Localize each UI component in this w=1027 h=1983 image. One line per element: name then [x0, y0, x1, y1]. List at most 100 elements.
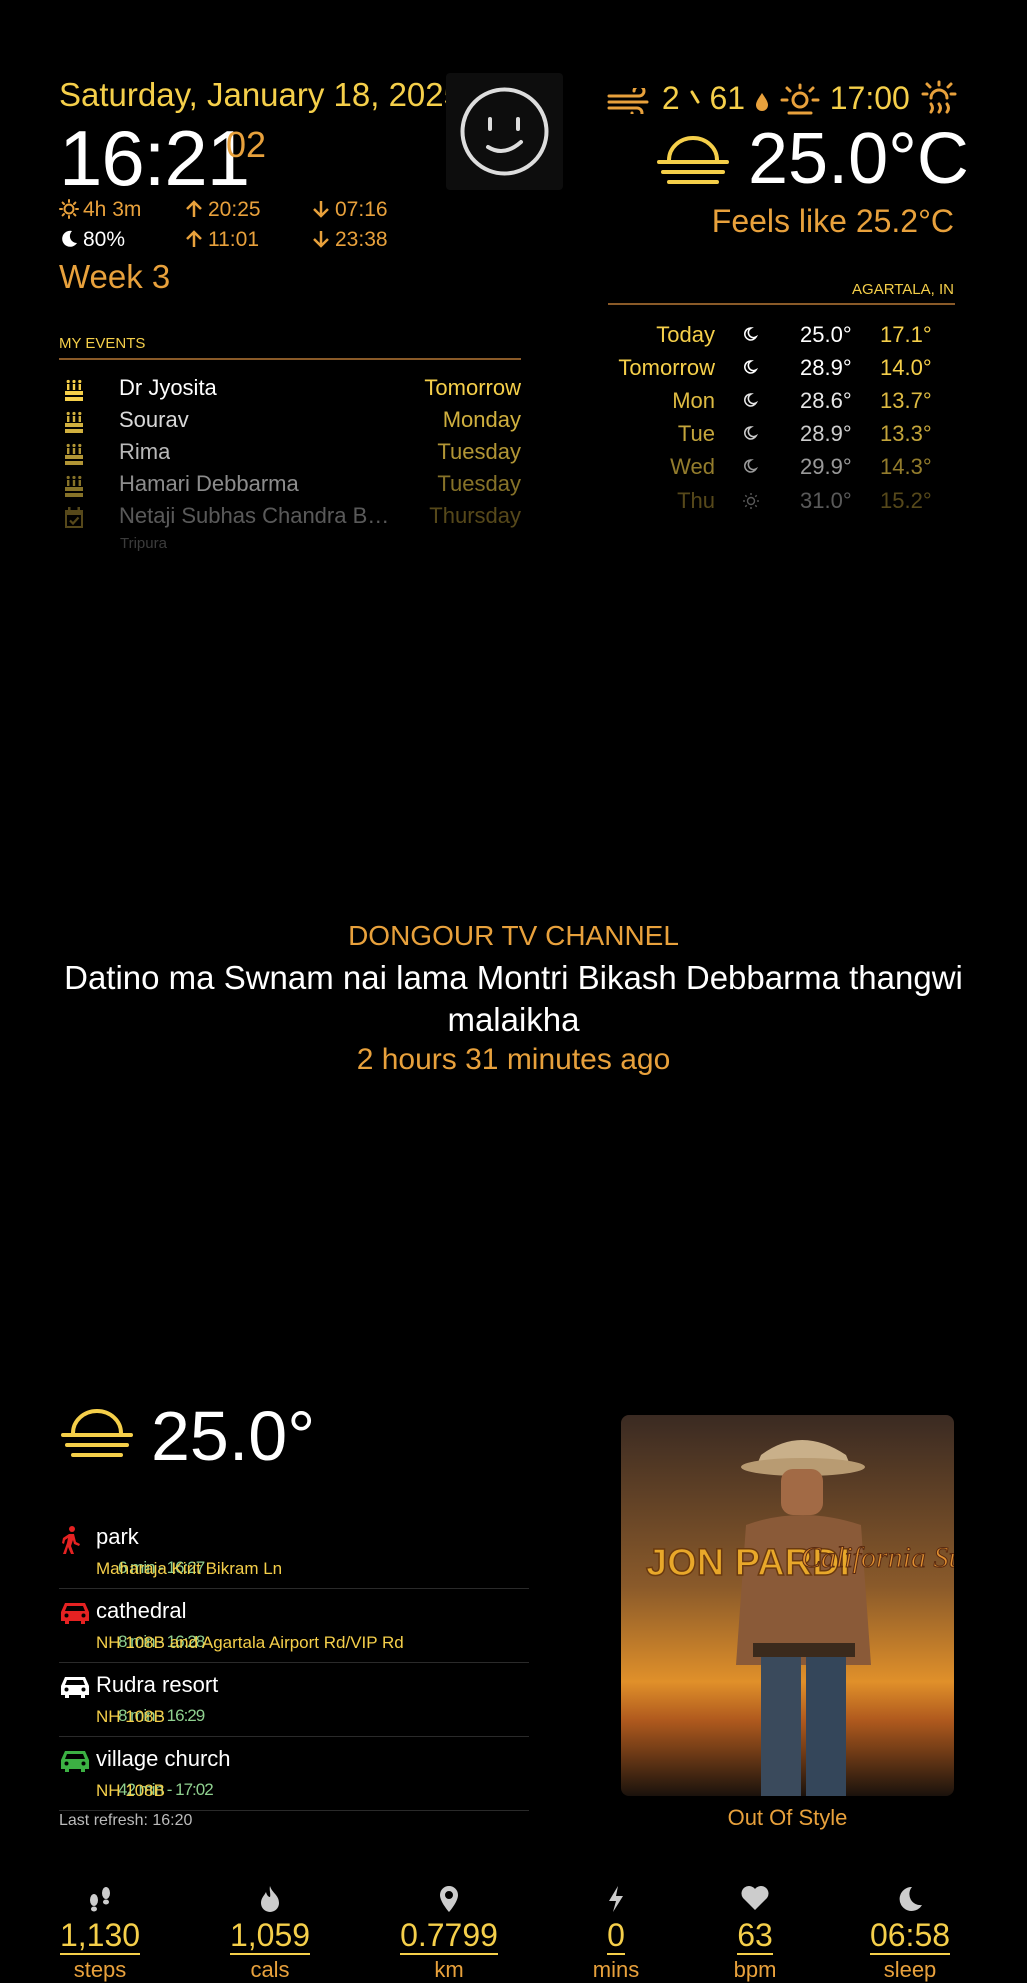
fitness-stat-mins: 0 mins	[556, 1885, 676, 1983]
events-title: MY EVENTS	[59, 335, 146, 352]
transit-row[interactable]: village church 42 min - 17:02 NH 108B	[59, 1737, 529, 1811]
forecast-max: 31.0°	[800, 488, 852, 513]
moon-info-row: 80%	[59, 228, 125, 252]
moon-icon	[742, 359, 758, 375]
fog-icon	[59, 1405, 135, 1465]
moon-icon	[59, 228, 83, 252]
fitness-value: 0	[607, 1917, 625, 1955]
forecast-max: 28.6°	[800, 388, 852, 413]
fitness-stat-sleep: 06:58 sleep	[850, 1885, 970, 1983]
event-when: Tuesday	[437, 439, 521, 464]
sun-info-row: 4h 3m	[59, 198, 141, 222]
footprints-icon	[40, 1885, 160, 1915]
transit-row[interactable]: park 6 min - 16:27 Maharaja Kirit Bikram…	[59, 1515, 529, 1589]
moonset: 23:38	[311, 228, 388, 252]
transit-row[interactable]: Rudra resort 8 min - 16:29 NH 108B	[59, 1663, 529, 1737]
event-when: Tomorrow	[424, 375, 521, 400]
song-title: Out Of Style	[727, 1805, 848, 1830]
car-icon	[59, 1599, 91, 1625]
event-item[interactable]: Dr Jyosita Tomorrow	[59, 373, 521, 405]
event-item[interactable]: Rima Tuesday	[59, 437, 521, 469]
humidity: 61	[709, 80, 746, 117]
forecast-max: 29.9°	[800, 454, 852, 479]
fitness-label: km	[434, 1957, 464, 1982]
fitness-stat-cals: 1,059 cals	[210, 1885, 330, 1983]
fitness-value: 0.7799	[400, 1917, 498, 1955]
album-cover[interactable]: JON PARDI California Sunrise	[621, 1415, 954, 1796]
wind-direction-icon	[689, 80, 701, 117]
event-when: Thursday	[429, 503, 521, 528]
transit-street: NH 108B	[96, 1781, 165, 1800]
forecast-row: Wed 29.9° 14.3°	[608, 450, 955, 483]
event-item[interactable]: Hamari Debbarma Tuesday	[59, 469, 521, 501]
event-name: Hamari Debbarma	[119, 471, 299, 496]
forecast-row: Mon 28.6° 13.7°	[608, 384, 955, 417]
forecast-day: Tue	[677, 421, 715, 446]
event-item[interactable]: Netaji Subhas Chandra Bos… Thursday Trip…	[59, 501, 521, 553]
week-number: Week 3	[59, 258, 171, 295]
fitness-stat-steps: 1,130 steps	[40, 1885, 160, 1983]
sun-event-time: 17:00	[829, 80, 910, 117]
arrow-down-icon	[311, 228, 335, 252]
sunset: 07:16	[311, 198, 388, 222]
event-name: Netaji Subhas Chandra Bos…	[119, 503, 399, 528]
event-location: Tripura	[120, 535, 167, 552]
car-icon	[59, 1673, 91, 1699]
event-name: Sourav	[119, 407, 189, 432]
face-avatar-icon	[446, 73, 563, 190]
event-name: Rima	[119, 439, 171, 464]
fitness-value: 63	[737, 1917, 773, 1955]
feels-like: Feels like 25.2°C	[711, 203, 954, 239]
weather-location: AGARTALA, IN	[852, 281, 954, 298]
forecast-day: Wed	[670, 454, 715, 479]
transit-row[interactable]: cathedral 8 min - 16:28 NH 108B and Agar…	[59, 1589, 529, 1663]
walking-icon	[59, 1525, 83, 1555]
location-pin-icon	[389, 1885, 509, 1915]
transit-street: NH 108B	[96, 1707, 165, 1726]
car-icon	[59, 1747, 91, 1773]
fitness-value: 1,059	[229, 1917, 311, 1955]
moonrise-time: 11:01	[208, 228, 259, 251]
forecast-divider	[608, 303, 955, 305]
forecast-day: Thu	[677, 488, 715, 513]
moon-illumination: 80%	[83, 228, 126, 251]
wind-icon	[607, 80, 653, 117]
forecast-max: 25.0°	[800, 322, 852, 347]
sunset-sun-icon	[779, 80, 821, 118]
forecast-row: Today 25.0° 17.1°	[608, 318, 955, 351]
clock-time: 16:21	[59, 114, 250, 202]
news-headline[interactable]: Datino ma Swnam nai lama Montri Bikash D…	[60, 957, 967, 1041]
transit-street: Maharaja Kirit Bikram Ln	[96, 1559, 283, 1578]
forecast-row: Thu 31.0° 15.2°	[608, 484, 955, 517]
clock-seconds: 02	[226, 124, 267, 165]
fitness-label: sleep	[883, 1957, 937, 1982]
forecast-max: 28.9°	[800, 421, 852, 446]
fog-icon	[655, 132, 731, 192]
wind-speed: 2	[661, 80, 680, 117]
moonset-time: 23:38	[335, 228, 388, 251]
moonrise: 11:01	[184, 228, 259, 252]
fitness-stat-km: 0.7799 km	[389, 1885, 509, 1983]
news-time: 2 hours 31 minutes ago	[356, 1043, 671, 1076]
forecast-min: 14.0°	[880, 355, 932, 380]
fitness-label: cals	[250, 1957, 290, 1982]
fitness-value: 06:58	[869, 1917, 951, 1955]
forecast-min: 13.3°	[880, 421, 932, 446]
forecast-row: Tue 28.9° 13.3°	[608, 417, 955, 450]
birthday-cake-icon	[64, 379, 84, 401]
event-item[interactable]: Sourav Monday	[59, 405, 521, 437]
forecast-min: 15.2°	[880, 488, 932, 513]
fitness-label: mins	[592, 1957, 640, 1982]
humidity-icon	[754, 80, 770, 117]
arrow-up-icon	[184, 198, 208, 222]
sunrise: 20:25	[184, 198, 261, 222]
calendar-check-icon	[64, 507, 84, 529]
flame-icon	[210, 1885, 330, 1915]
event-when: Tuesday	[437, 471, 521, 496]
transit-street: NH 108B and Agartala Airport Rd/VIP Rd	[96, 1633, 404, 1652]
forecast-day: Today	[656, 322, 715, 347]
transit-last-refresh: Last refresh: 16:20	[59, 1812, 193, 1829]
moon-icon	[742, 326, 758, 342]
event-when: Monday	[442, 407, 521, 432]
fitness-label: bpm	[733, 1957, 777, 1982]
